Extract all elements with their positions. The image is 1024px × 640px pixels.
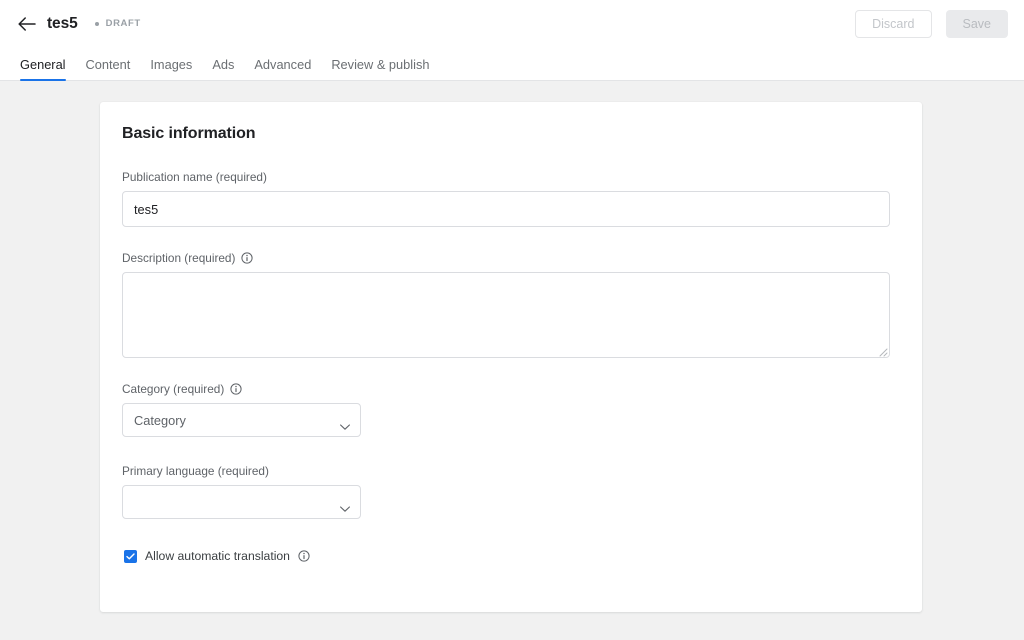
tab-advanced[interactable]: Advanced: [244, 57, 321, 80]
category-select-wrap: Category: [122, 403, 361, 437]
description-textarea-wrap: [122, 272, 890, 358]
category-select[interactable]: Category: [122, 403, 361, 437]
header-actions: Discard Save: [855, 9, 1008, 38]
description-label-text: Description (required): [122, 251, 236, 265]
allow-automatic-translation-checkbox[interactable]: [124, 549, 137, 563]
discard-button[interactable]: Discard: [855, 9, 932, 38]
info-icon[interactable]: [241, 252, 254, 264]
description-field: Description (required): [122, 251, 890, 358]
primary-language-label-text: Primary language (required): [122, 464, 269, 478]
primary-language-field: Primary language (required): [122, 464, 890, 519]
publication-name-label-text: Publication name (required): [122, 170, 267, 184]
status-badge: DRAFT: [94, 18, 141, 29]
category-field: Category (required) Category: [122, 382, 890, 437]
tab-images[interactable]: Images: [140, 57, 202, 80]
description-label: Description (required): [122, 251, 890, 265]
info-icon[interactable]: [298, 550, 310, 562]
info-icon[interactable]: [230, 383, 242, 395]
basic-information-card: Basic information Publication name (requ…: [100, 102, 922, 612]
tab-ads[interactable]: Ads: [202, 57, 244, 80]
checkmark-icon: [126, 552, 135, 559]
allow-automatic-translation-row[interactable]: Allow automatic translation: [124, 549, 890, 563]
category-label-text: Category (required): [122, 382, 225, 396]
tab-bar: General Content Images Ads Advanced Revi…: [0, 47, 1024, 81]
card-title: Basic information: [122, 125, 256, 142]
allow-automatic-translation-label: Allow automatic translation: [145, 549, 290, 563]
description-textarea[interactable]: [122, 272, 890, 358]
publication-name-field: Publication name (required): [122, 170, 890, 227]
bullet-dot-icon: [94, 21, 99, 26]
tab-content[interactable]: Content: [76, 57, 141, 80]
header-left-group: tes5 DRAFT: [16, 13, 141, 35]
main-content: Basic information Publication name (requ…: [0, 81, 1024, 640]
publication-name-input[interactable]: [122, 191, 890, 227]
primary-language-label: Primary language (required): [122, 464, 890, 478]
primary-language-select[interactable]: [122, 485, 361, 519]
status-badge-label: DRAFT: [105, 18, 141, 29]
tab-general[interactable]: General: [10, 57, 76, 81]
save-button[interactable]: Save: [945, 9, 1008, 38]
tab-review-publish[interactable]: Review & publish: [321, 57, 439, 80]
primary-language-select-wrap: [122, 485, 361, 519]
arrow-left-icon[interactable]: [16, 13, 38, 35]
publication-name-label: Publication name (required): [122, 170, 890, 184]
page-title: tes5: [47, 14, 78, 32]
app-header: tes5 DRAFT Discard Save: [0, 0, 1024, 47]
category-label: Category (required): [122, 382, 890, 396]
